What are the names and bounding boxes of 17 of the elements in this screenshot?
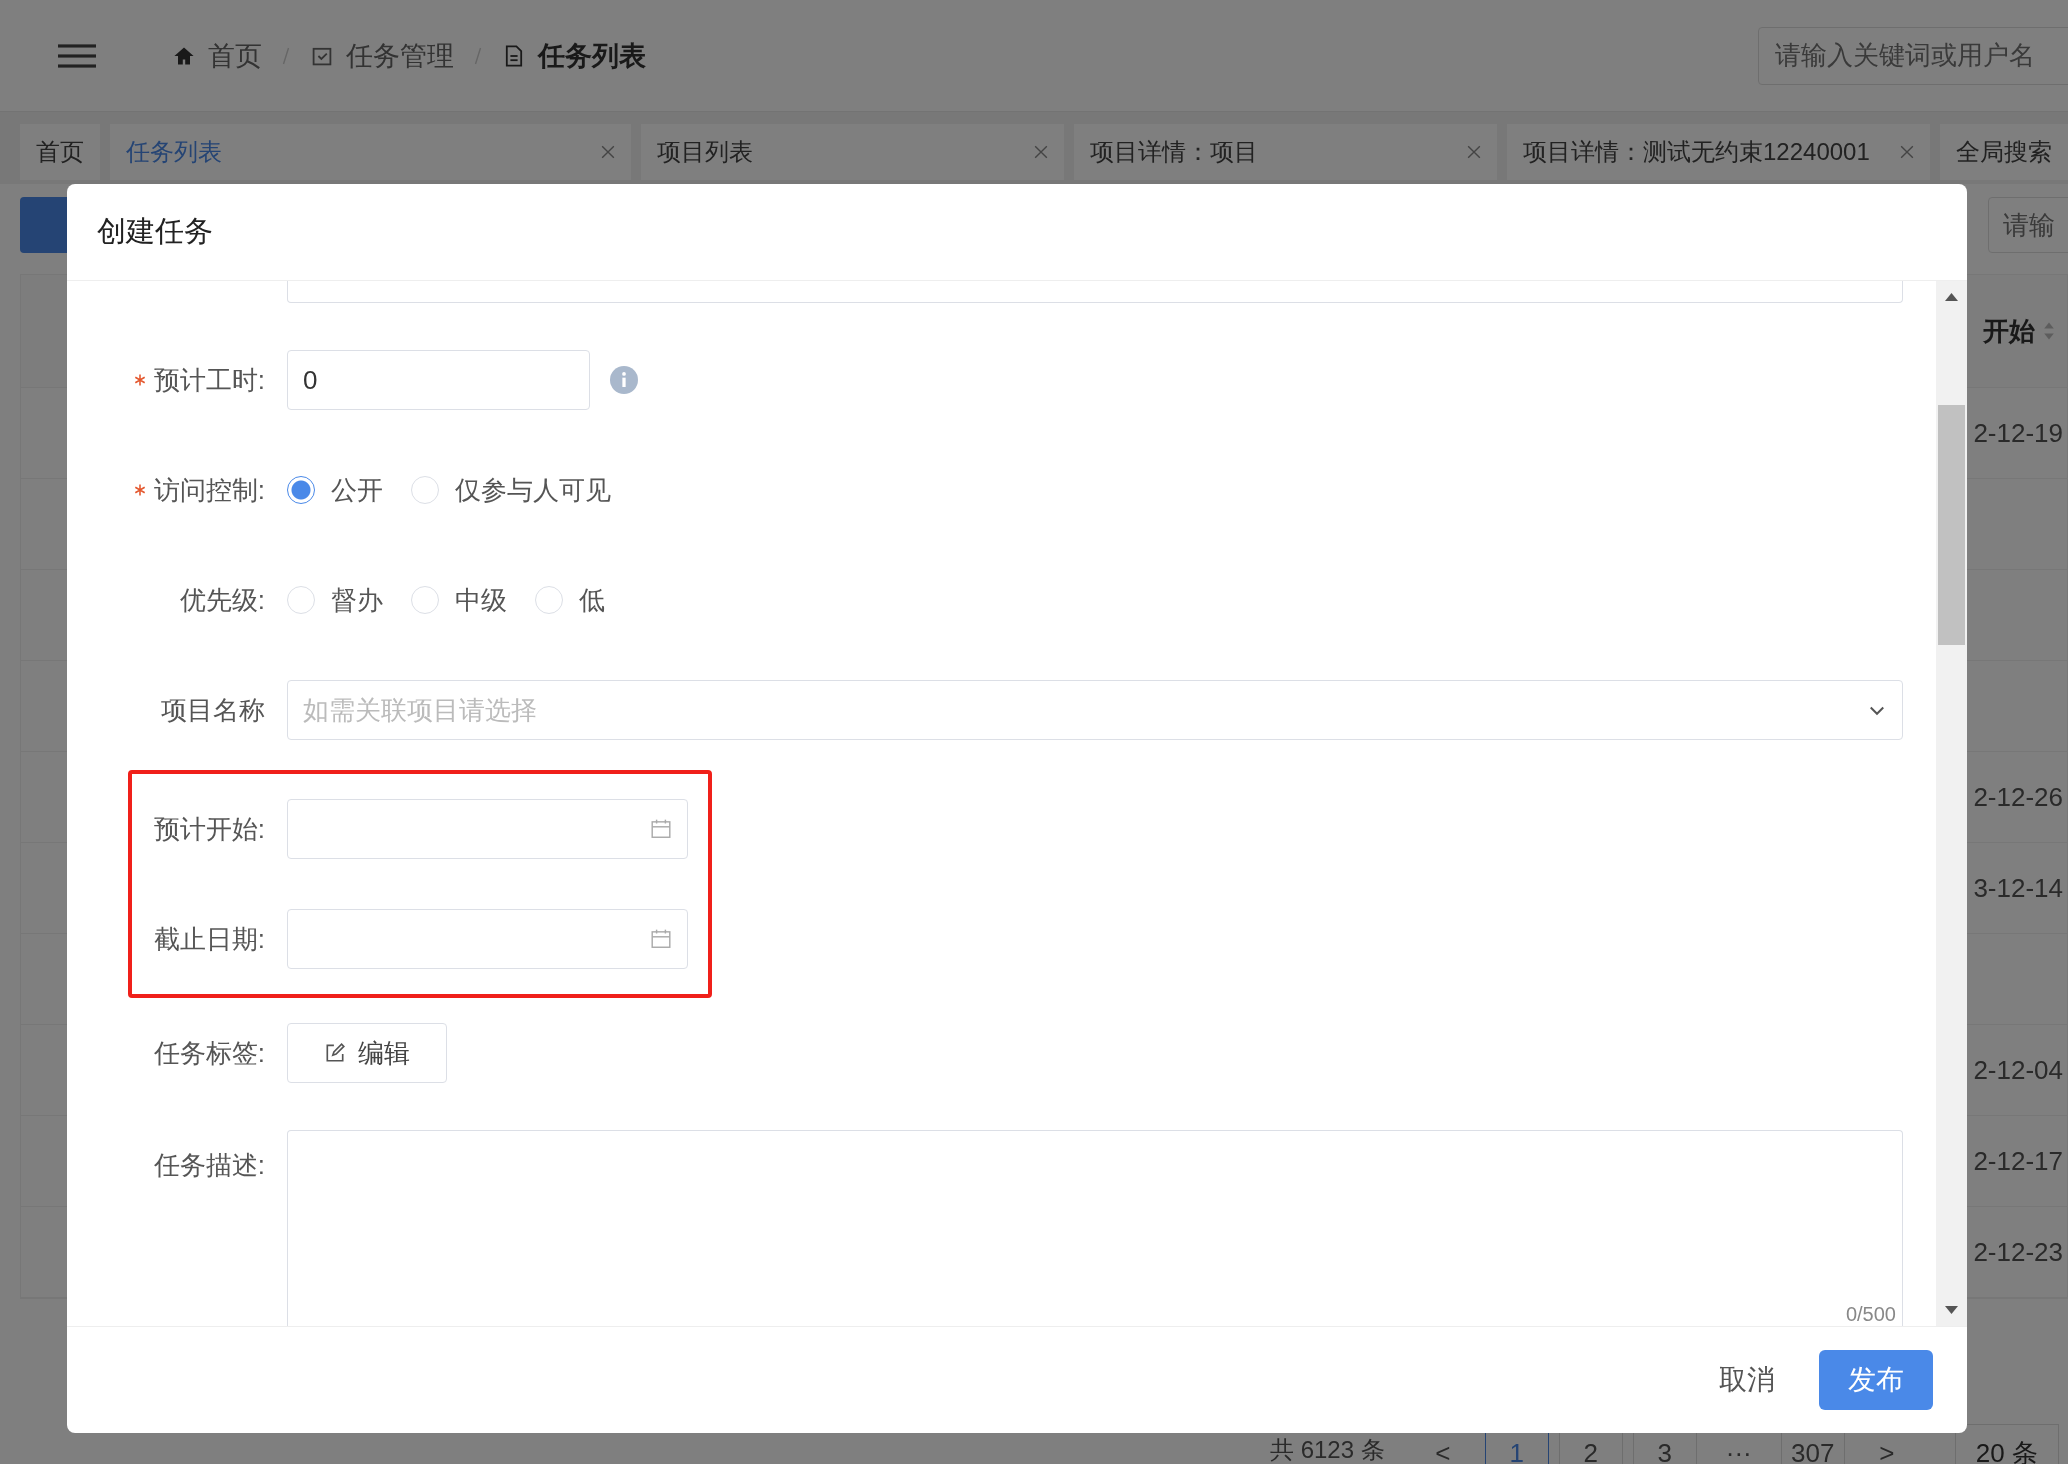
field-label: 预计开始: [153,812,265,846]
table-cell: 2-12-26 [1973,781,2063,813]
field-label: 优先级: [179,583,265,617]
field-label: 项目名称 [161,693,265,727]
column-header: 开始 [1983,314,2035,348]
field-label: 预计工时: [153,363,265,397]
table-cell: 2-12-23 [1973,1236,2063,1268]
table-cell: 2-12-04 [1973,1054,2063,1086]
field-label: 访问控制: [153,473,265,507]
field-label: 截止日期: [153,922,265,956]
table-cell: 2-12-17 [1973,1145,2063,1177]
table-cell: 3-12-14 [1973,872,2063,904]
dialog-title: 创建任务 [97,214,213,249]
total-count: 共 6123 条 [1270,1435,1385,1464]
table-cell: 2-12-19 [1973,417,2063,449]
field-label: 任务描述: [153,1149,265,1182]
field-label: 任务标签: [153,1036,265,1070]
